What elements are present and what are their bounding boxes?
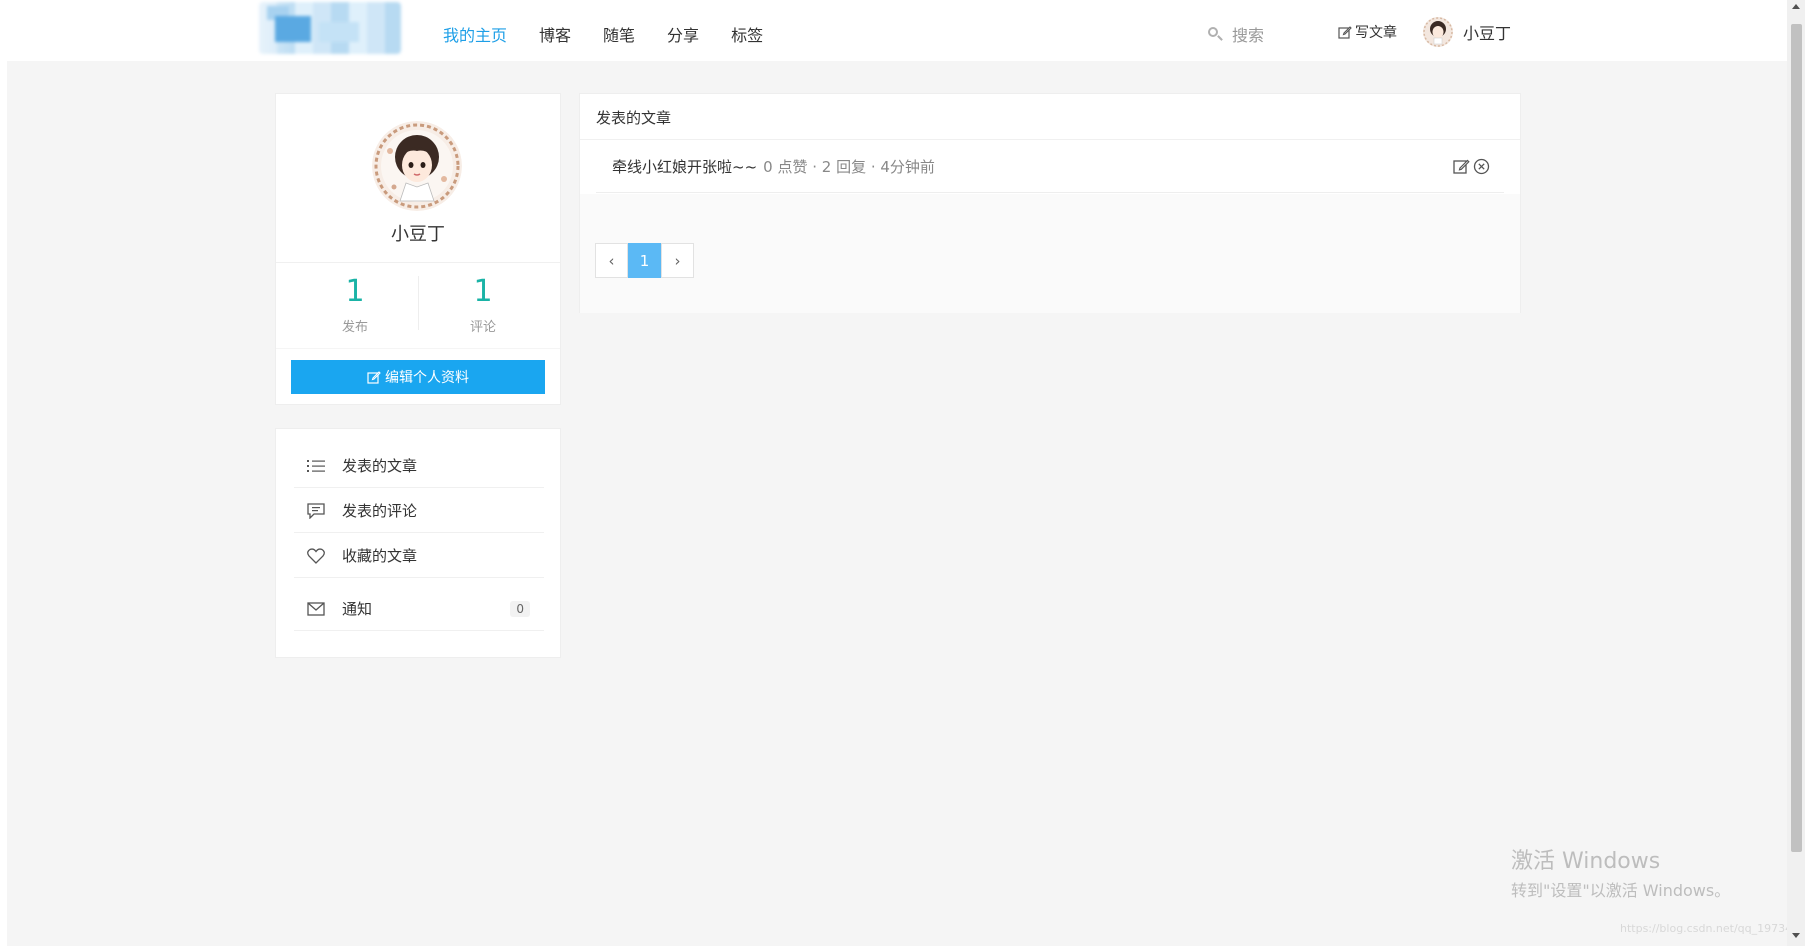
menu-item-articles[interactable]: 发表的文章 <box>294 444 544 488</box>
edit-icon[interactable] <box>1453 158 1470 175</box>
divider <box>418 276 419 330</box>
side-menu: 发表的文章 发表的评论 收藏的文章 通知 0 <box>275 428 561 658</box>
article-meta: 0 点赞 · 2 回复 · 4分钟前 <box>763 157 935 176</box>
edit-icon <box>367 371 381 384</box>
article-title-link[interactable]: 牵线小红娘开张啦~~ <box>612 156 757 177</box>
edit-icon <box>1338 26 1352 39</box>
nav-item-blog[interactable]: 博客 <box>539 22 571 46</box>
menu-item-label: 发表的评论 <box>342 502 418 520</box>
next-page-button[interactable]: › <box>661 243 694 278</box>
stat-posts-value: 1 <box>345 274 365 309</box>
panel-title: 发表的文章 <box>580 94 1520 140</box>
profile-name: 小豆丁 <box>391 224 445 245</box>
prev-page-button[interactable]: ‹ <box>595 243 628 278</box>
user-menu[interactable]: 小豆丁 <box>1423 17 1511 47</box>
divider <box>276 348 560 349</box>
page-button-current[interactable]: 1 <box>628 243 661 278</box>
nav-item-tags[interactable]: 标签 <box>731 22 763 46</box>
nav-item-essay[interactable]: 随笔 <box>603 22 635 46</box>
profile-avatar[interactable] <box>372 121 462 211</box>
site-logo[interactable] <box>259 2 401 54</box>
stat-comments-value: 1 <box>473 274 493 309</box>
profile-card: 小豆丁 1 发布 1 评论 编辑个人资料 <box>275 93 561 405</box>
windows-activation-watermark: 激活 Windows 转到"设置"以激活 Windows。 <box>1511 843 1730 901</box>
pagination-area <box>580 194 1520 313</box>
search-box[interactable]: 搜索 <box>1208 22 1264 46</box>
menu-item-notifications[interactable]: 通知 0 <box>294 587 544 631</box>
menu-item-label: 收藏的文章 <box>342 547 418 565</box>
notification-count-badge: 0 <box>510 600 530 617</box>
scroll-down-icon[interactable] <box>1792 933 1800 938</box>
watermark-line-1: 激活 Windows <box>1511 849 1661 874</box>
stat-comments-label: 评论 <box>469 320 496 335</box>
article-actions <box>1450 158 1490 175</box>
menu-item-comments[interactable]: 发表的评论 <box>294 489 544 533</box>
scrollbar-thumb[interactable] <box>1791 24 1802 852</box>
delete-icon[interactable] <box>1473 158 1490 175</box>
menu-item-label: 通知 <box>342 600 373 618</box>
search-icon <box>1208 27 1223 41</box>
vertical-scrollbar[interactable] <box>1787 0 1805 946</box>
heart-icon <box>306 546 326 566</box>
list-item: 牵线小红娘开张啦~~ 0 点赞 · 2 回复 · 4分钟前 <box>596 140 1504 193</box>
stat-posts-label: 发布 <box>341 320 368 335</box>
watermark-line-2: 转到"设置"以激活 Windows。 <box>1511 881 1731 900</box>
divider <box>276 262 560 263</box>
top-navbar: 我的主页 博客 随笔 分享 标签 搜索 写文章 小豆丁 <box>0 0 1787 61</box>
csdn-watermark: https://blog.csdn.net/qq_19734533 <box>1620 922 1805 935</box>
edit-profile-label: 编辑个人资料 <box>385 369 469 385</box>
nav-item-home[interactable]: 我的主页 <box>443 22 507 46</box>
stat-posts[interactable]: 1 发布 <box>292 272 418 335</box>
avatar <box>1423 17 1453 47</box>
search-placeholder: 搜索 <box>1232 26 1265 45</box>
write-article-button[interactable]: 写文章 <box>1338 22 1397 42</box>
nav-item-share[interactable]: 分享 <box>667 22 699 46</box>
menu-item-label: 发表的文章 <box>342 457 418 475</box>
edit-profile-button[interactable]: 编辑个人资料 <box>291 360 545 394</box>
stat-comments[interactable]: 1 评论 <box>420 272 546 335</box>
page: 我的主页 博客 随笔 分享 标签 搜索 写文章 小豆丁 小豆丁 1 发布 1 评… <box>0 0 1805 946</box>
main-nav: 我的主页 博客 随笔 分享 标签 <box>443 22 795 46</box>
write-article-label: 写文章 <box>1355 25 1397 41</box>
user-name: 小豆丁 <box>1463 24 1512 43</box>
list-icon <box>306 456 326 476</box>
scroll-up-icon[interactable] <box>1792 4 1800 9</box>
articles-panel: 发表的文章 牵线小红娘开张啦~~ 0 点赞 · 2 回复 · 4分钟前 ‹ 1 … <box>579 93 1521 313</box>
pagination: ‹ 1 › <box>595 243 694 278</box>
mail-icon <box>306 599 326 619</box>
comment-icon <box>306 501 326 521</box>
menu-item-favorites[interactable]: 收藏的文章 <box>294 534 544 578</box>
